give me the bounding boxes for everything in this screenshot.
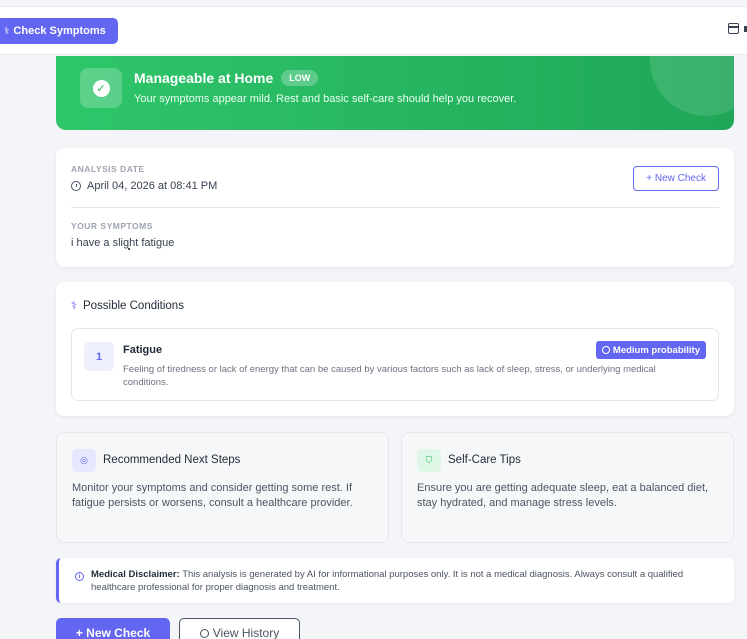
probability-label: Medium probability [612, 344, 700, 356]
next-steps-body: Monitor your symptoms and consider getti… [72, 482, 353, 509]
clock-icon [71, 181, 81, 191]
info-icon: i [75, 572, 84, 581]
disclaimer-text: Medical Disclaimer: This analysis is gen… [91, 568, 721, 594]
self-care-title: Self-Care Tips [448, 454, 521, 466]
severity-badge: LOW [281, 70, 319, 86]
divider [71, 207, 719, 208]
new-check-button[interactable]: + New Check [56, 618, 170, 639]
possible-conditions-header: ⚕ Possible Conditions [71, 299, 184, 313]
check-symptoms-label: Check Symptoms [13, 25, 106, 37]
medical-disclaimer: i Medical Disclaimer: This analysis is g… [56, 558, 734, 603]
next-steps-card: ◎ Recommended Next Steps Monitor your sy… [56, 432, 389, 543]
triage-banner: ✓ Manageable at Home LOW Your symptoms a… [56, 56, 734, 130]
banner-title: Manageable at Home [134, 70, 274, 86]
target-icon: ◎ [72, 449, 96, 472]
analysis-card: ANALYSIS DATE April 04, 2026 at 08:41 PM… [56, 148, 734, 267]
new-check-button-small[interactable]: + New Check [633, 166, 719, 191]
stethoscope-icon: ⚕ [71, 300, 77, 312]
possible-conditions-title: Possible Conditions [82, 299, 184, 312]
condition-description: Feeling of tiredness or lack of energy t… [123, 364, 656, 388]
probability-badge: Medium probability [595, 341, 706, 359]
self-care-body: Ensure you are getting adequate sleep, e… [417, 482, 709, 509]
self-care-card: ⛉ Self-Care Tips Ensure you are getting … [401, 432, 734, 543]
view-history-button[interactable]: View History [179, 618, 300, 639]
stethoscope-icon: ⚕ [4, 25, 10, 37]
banner-icon-box: ✓ [80, 68, 122, 108]
symptoms-label: YOUR SYMPTOMS [71, 221, 153, 231]
possible-conditions-card: ⚕ Possible Conditions 1 Fatigue Feeling … [56, 282, 734, 416]
check-circle-icon: ✓ [92, 79, 110, 97]
disclaimer-body: This analysis is generated by AI for inf… [91, 569, 684, 593]
check-symptoms-button[interactable]: ⚕ Check Symptoms [0, 18, 118, 44]
clock-icon [601, 346, 610, 354]
decorative-circle [650, 56, 734, 116]
disclaimer-label: Medical Disclaimer: [91, 569, 180, 580]
condition-rank: 1 [84, 342, 114, 371]
condition-item[interactable]: 1 Fatigue Feeling of tiredness or lack o… [71, 328, 719, 401]
analysis-date-value: April 04, 2026 at 08:41 PM [87, 180, 218, 192]
symptoms-value: i have a slight fatigue [71, 237, 175, 249]
top-bar: ⚕ Check Symptoms [0, 6, 747, 55]
shield-check-icon: ⛉ [417, 449, 441, 472]
mouse-cursor [128, 248, 130, 250]
view-history-label: View History [212, 626, 280, 639]
analysis-date-label: ANALYSIS DATE [71, 164, 145, 174]
history-icon [199, 628, 209, 638]
banner-title-row: Manageable at Home LOW [134, 70, 319, 86]
calendar-icon[interactable] [728, 23, 739, 34]
condition-name: Fatigue [123, 344, 163, 356]
analysis-date: April 04, 2026 at 08:41 PM [71, 180, 217, 192]
banner-subtitle: Your symptoms appear mild. Rest and basi… [134, 93, 517, 105]
next-steps-title: Recommended Next Steps [103, 454, 241, 466]
